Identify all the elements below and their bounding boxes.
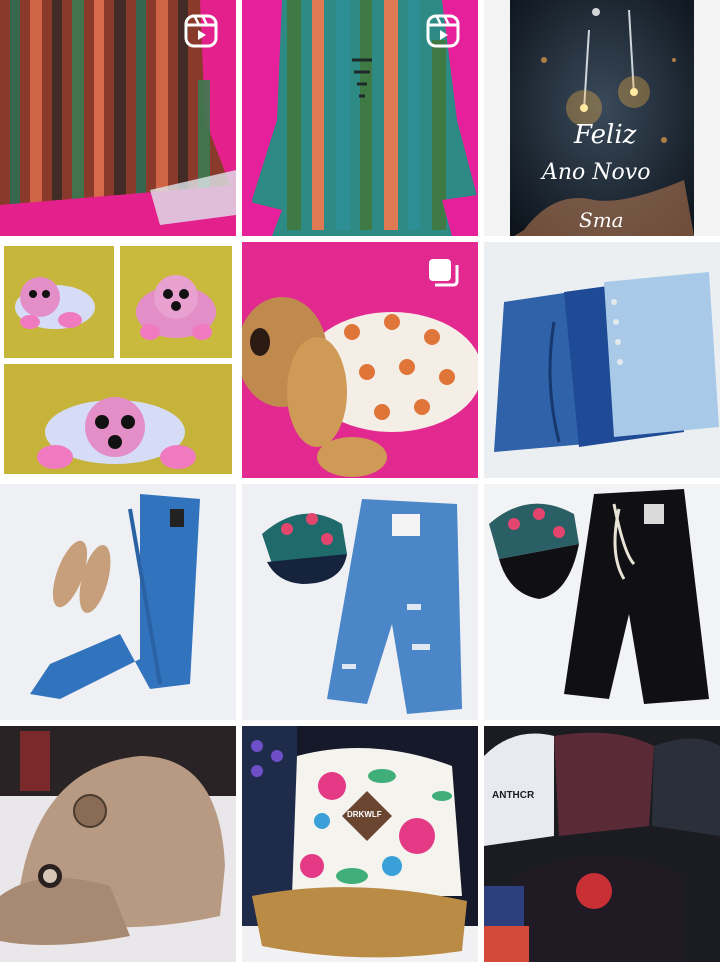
post-image <box>484 242 720 478</box>
cap-brand-label: ANTHCR <box>492 790 535 801</box>
post-striped-romper-front[interactable] <box>242 0 478 236</box>
post-image <box>242 484 478 720</box>
post-image <box>484 726 720 962</box>
new-year-text-line1: Feliz <box>574 120 637 150</box>
post-fox-plush-dog[interactable] <box>242 242 478 478</box>
reel-icon <box>426 14 460 48</box>
profile-post-grid: Feliz Ano Novo Sma DRKWLF ANTHCR <box>0 0 720 971</box>
post-striped-romper-side[interactable] <box>0 0 236 236</box>
post-jeans-and-flats[interactable] <box>0 484 236 720</box>
post-caps-display[interactable]: ANTHCR <box>484 726 720 962</box>
post-floral-snapback[interactable]: DRKWLF <box>242 726 478 962</box>
post-plush-dog-collage[interactable] <box>0 242 236 478</box>
carousel-icon <box>426 256 460 290</box>
post-cap-and-denim-bermuda[interactable] <box>242 484 478 720</box>
post-image <box>484 0 720 236</box>
post-image <box>0 242 236 478</box>
post-image <box>0 726 236 962</box>
post-image <box>484 484 720 720</box>
post-image <box>0 484 236 720</box>
reel-icon <box>184 14 218 48</box>
post-suede-cap[interactable] <box>0 726 236 962</box>
post-cap-and-black-bermuda[interactable] <box>484 484 720 720</box>
post-denim-shorts[interactable] <box>484 242 720 478</box>
post-image <box>242 726 478 962</box>
post-new-year-card[interactable]: Feliz Ano Novo Sma <box>484 0 720 236</box>
new-year-text-line3: Sma <box>579 208 624 232</box>
new-year-text-line2: Ano Novo <box>542 160 651 185</box>
cap-patch-label: DRKWLF <box>347 810 382 819</box>
